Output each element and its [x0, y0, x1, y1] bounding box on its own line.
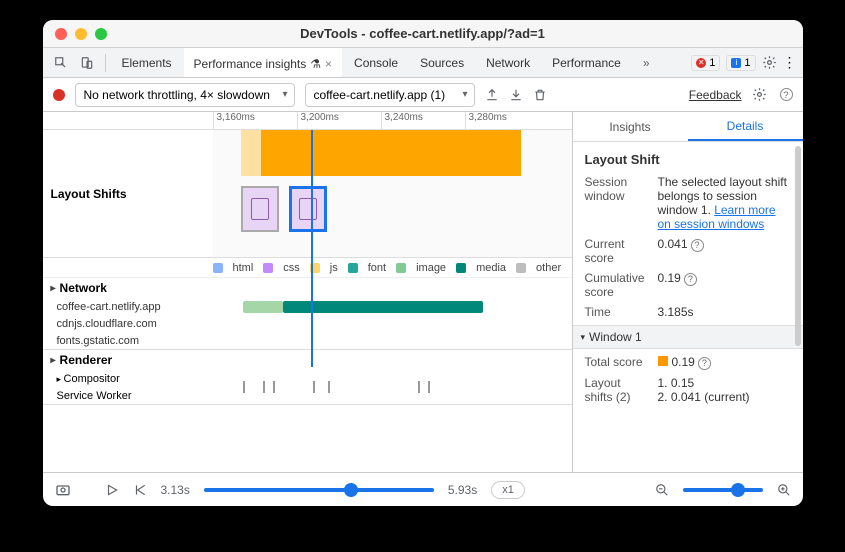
window-title: DevTools - coffee-cart.netlify.app/?ad=1 — [43, 26, 803, 41]
start-time: 3.13s — [161, 483, 190, 497]
zoom-in-icon[interactable] — [777, 483, 791, 497]
renderer-row-service-worker[interactable]: Service Worker — [43, 387, 572, 404]
details-heading: Layout Shift — [585, 152, 791, 167]
network-section-head[interactable]: Network — [43, 278, 572, 298]
network-legend: html css js font image media other — [43, 258, 572, 278]
renderer-row-compositor[interactable]: ▸ Compositor — [43, 370, 572, 387]
tabs-overflow-icon[interactable]: » — [633, 48, 660, 77]
network-row-1[interactable]: cdnjs.cloudflare.com — [43, 315, 572, 332]
tab-insights[interactable]: Insights — [573, 112, 688, 141]
delete-icon[interactable] — [533, 88, 547, 102]
devtools-tabbar: Elements Performance insights ⚗ × Consol… — [43, 48, 803, 78]
speed-button[interactable]: x1 — [491, 481, 525, 499]
export-icon[interactable] — [485, 88, 499, 102]
score-color-swatch — [658, 356, 668, 366]
play-icon[interactable] — [105, 483, 119, 497]
rewind-icon[interactable] — [133, 483, 147, 497]
layout-shifts-viz[interactable] — [213, 130, 572, 257]
time-ruler: 3,160ms 3,200ms 3,240ms 3,280ms — [43, 112, 572, 130]
shift-thumbnail-1[interactable] — [241, 186, 279, 232]
details-content: Layout Shift Session window The selected… — [573, 142, 803, 420]
network-row-2[interactable]: fonts.gstatic.com — [43, 332, 572, 349]
end-time: 5.93s — [448, 483, 477, 497]
devtools-window: DevTools - coffee-cart.netlify.app/?ad=1… — [43, 20, 803, 506]
timeline-scrubber[interactable] — [204, 488, 434, 492]
screenshot-toggle-icon[interactable] — [55, 482, 71, 498]
feedback-link[interactable]: Feedback — [689, 88, 742, 102]
record-button[interactable] — [53, 89, 65, 101]
target-select[interactable]: coffee-cart.netlify.app (1) — [305, 83, 475, 107]
kebab-menu-icon[interactable]: ⋮ — [783, 54, 797, 71]
insights-toolbar: No network throttling, 4× slowdown coffe… — [43, 78, 803, 112]
sidebar-scrollbar[interactable] — [795, 146, 801, 346]
throttling-select[interactable]: No network throttling, 4× slowdown — [75, 83, 295, 107]
timeline-main: 3,160ms 3,200ms 3,240ms 3,280ms Layout S… — [43, 112, 573, 472]
close-tab-icon[interactable]: × — [325, 57, 332, 71]
zoom-out-icon[interactable] — [655, 483, 669, 497]
side-tabs: Insights Details — [573, 112, 803, 142]
zoom-slider[interactable] — [683, 488, 763, 492]
import-icon[interactable] — [509, 88, 523, 102]
layout-shifts-track: Layout Shifts — [43, 130, 572, 258]
tab-console[interactable]: Console — [344, 48, 408, 77]
error-count-badge[interactable]: ✕1 — [691, 55, 720, 71]
playback-footer: 3.13s 5.93s x1 — [43, 472, 803, 506]
device-toggle-icon[interactable] — [75, 51, 99, 75]
info-count-badge[interactable]: i1 — [726, 55, 755, 71]
shift-thumbnail-2-selected[interactable] — [289, 186, 327, 232]
help-icon[interactable]: ? — [691, 239, 704, 252]
maximize-window-button[interactable] — [95, 28, 107, 40]
help-icon[interactable]: ? — [780, 88, 793, 101]
tab-network[interactable]: Network — [476, 48, 540, 77]
tab-sources[interactable]: Sources — [410, 48, 474, 77]
details-sidebar: Insights Details Layout Shift Session wi… — [573, 112, 803, 472]
panel-body: 3,160ms 3,200ms 3,240ms 3,280ms Layout S… — [43, 112, 803, 472]
help-icon[interactable]: ? — [698, 357, 711, 370]
help-icon[interactable]: ? — [684, 273, 697, 286]
settings-icon[interactable] — [762, 55, 777, 70]
experiment-icon: ⚗ — [310, 57, 321, 71]
renderer-section: Renderer ▸ Compositor Service Worker — [43, 350, 572, 405]
network-row-0[interactable]: coffee-cart.netlify.app — [43, 298, 572, 315]
panel-settings-icon[interactable] — [752, 87, 767, 102]
layout-shifts-label: Layout Shifts — [43, 130, 213, 257]
tab-performance-insights[interactable]: Performance insights ⚗ × — [184, 48, 343, 77]
minimize-window-button[interactable] — [75, 28, 87, 40]
traffic-lights — [55, 28, 107, 40]
titlebar: DevTools - coffee-cart.netlify.app/?ad=1 — [43, 20, 803, 48]
tab-elements[interactable]: Elements — [112, 48, 182, 77]
tab-details[interactable]: Details — [688, 112, 803, 141]
renderer-section-head[interactable]: Renderer — [43, 350, 572, 370]
window-1-header[interactable]: Window 1 — [573, 325, 803, 349]
close-window-button[interactable] — [55, 28, 67, 40]
tab-performance[interactable]: Performance — [542, 48, 631, 77]
playhead[interactable] — [311, 130, 313, 367]
inspect-icon[interactable] — [49, 51, 73, 75]
network-section: Network coffee-cart.netlify.app cdnjs.cl… — [43, 278, 572, 350]
